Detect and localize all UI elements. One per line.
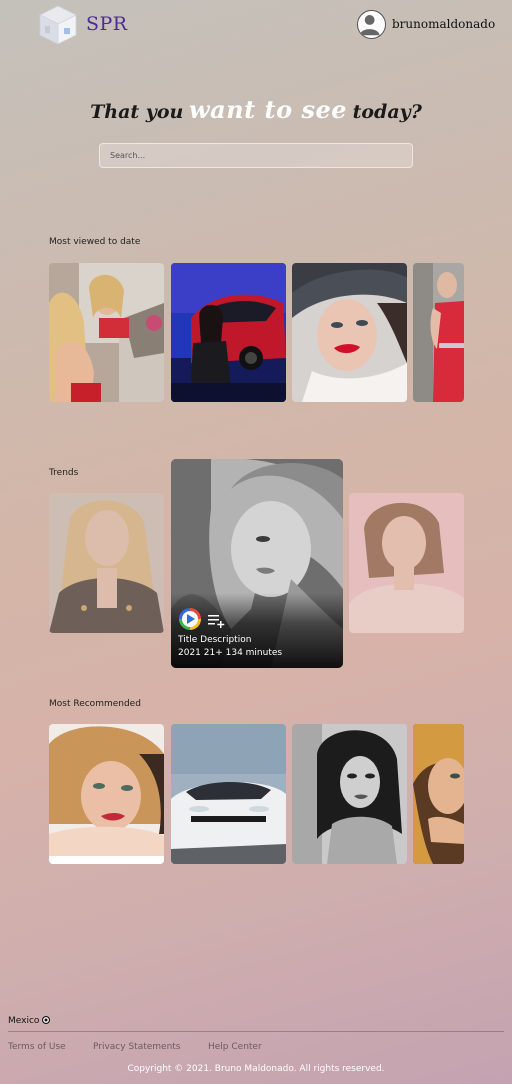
trend-card[interactable] <box>349 493 464 633</box>
poster-image <box>49 263 164 402</box>
trend-card[interactable] <box>49 493 164 633</box>
hero-heading: That you want to see today? <box>0 95 512 124</box>
recommended-card[interactable] <box>171 724 286 864</box>
header: SPR brunomaldonado <box>0 0 512 50</box>
recommended-card[interactable] <box>49 724 164 864</box>
poster-image <box>171 724 286 864</box>
add-to-list-icon[interactable] <box>208 613 226 628</box>
hero-part-3: today? <box>352 101 422 123</box>
logo-cube-icon[interactable] <box>38 4 78 46</box>
movie-card[interactable] <box>413 263 464 402</box>
poster-image <box>292 724 407 864</box>
hero-part-2: want to see <box>188 95 348 124</box>
poster-image <box>49 493 164 633</box>
copyright-text: Copyright © 2021. Bruno Maldonado. All r… <box>127 1064 385 1074</box>
privacy-link[interactable]: Privacy Statements <box>93 1042 181 1052</box>
section-title-trends: Trends <box>49 468 79 478</box>
poster-image <box>413 724 464 864</box>
recommended-card[interactable] <box>413 724 464 864</box>
country-label: Mexico <box>8 1016 40 1026</box>
featured-meta: 2021 21+ 134 minutes <box>178 648 283 658</box>
poster-image <box>349 493 464 633</box>
movie-card[interactable] <box>49 263 164 402</box>
poster-image <box>171 263 286 402</box>
featured-card[interactable]: Title Description 2021 21+ 134 minutes <box>171 459 343 668</box>
help-center-link[interactable]: Help Center <box>208 1042 262 1052</box>
poster-image <box>292 263 407 402</box>
terms-link[interactable]: Terms of Use <box>8 1042 66 1052</box>
poster-image <box>413 263 464 402</box>
movie-card[interactable] <box>292 263 407 402</box>
brand-name[interactable]: SPR <box>86 13 128 35</box>
hero-part-1: That you <box>90 101 184 123</box>
globe-icon <box>42 1016 51 1024</box>
search-input[interactable] <box>99 143 413 168</box>
recommended-card[interactable] <box>292 724 407 864</box>
country-selector[interactable]: Mexico <box>8 1016 51 1026</box>
section-title-most-recommended: Most Recommended <box>49 699 141 709</box>
movie-card[interactable] <box>171 263 286 402</box>
footer-divider <box>8 1031 504 1032</box>
play-icon[interactable] <box>179 608 201 630</box>
poster-image <box>49 724 164 864</box>
user-avatar-icon[interactable] <box>357 10 386 39</box>
username[interactable]: brunomaldonado <box>392 17 495 31</box>
featured-title: Title Description <box>178 635 252 645</box>
section-title-most-viewed: Most viewed to date <box>49 237 141 247</box>
